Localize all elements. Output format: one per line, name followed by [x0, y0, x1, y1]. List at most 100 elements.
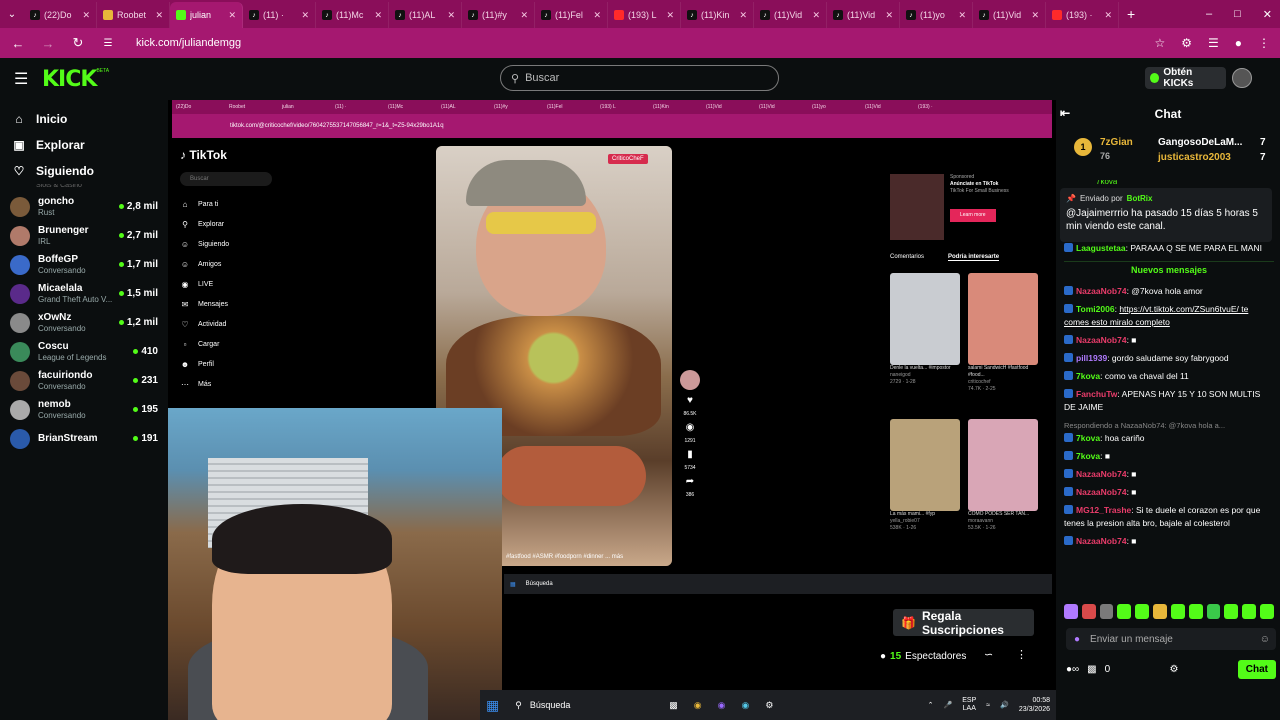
media-icon[interactable]: ☰ — [1208, 36, 1219, 50]
followed-channel[interactable]: facuiriondo Conversando 231 — [0, 366, 168, 395]
emote-icon[interactable] — [1188, 603, 1203, 619]
more-options-icon[interactable]: ⋮ — [1016, 648, 1027, 661]
chat-username[interactable]: 7kova — [1076, 451, 1100, 461]
chat-input[interactable]: ● Enviar un mensaje ☺ — [1066, 628, 1276, 650]
close-tab-icon[interactable]: ✕ — [958, 10, 966, 21]
emote-icon[interactable] — [1153, 603, 1167, 619]
emote-icon[interactable] — [1206, 603, 1221, 619]
browser-tab[interactable]: ♪ (11)Fel ✕ — [535, 2, 608, 28]
emote-icon[interactable] — [1224, 603, 1239, 619]
tray-chevron-icon[interactable]: ⌃ — [928, 701, 934, 709]
bookmark-star-icon[interactable]: ☆ — [1154, 36, 1165, 50]
sidebar-nav-compass[interactable]: ▣ Explorar — [0, 132, 168, 158]
browser-tab[interactable]: ♪ (11)Vid ✕ — [973, 2, 1046, 28]
stream-player[interactable]: (22)Do Roobet julian (11) · (11)Mc (11)AL (11)… — [168, 100, 1056, 720]
followed-channel[interactable]: BoffeGP Conversando 1,7 mil — [0, 250, 168, 279]
close-tab-icon[interactable]: ✕ — [666, 10, 674, 21]
file-explorer-icon[interactable]: ▩ — [669, 700, 678, 711]
profile-icon[interactable]: ● — [1235, 36, 1242, 50]
followed-channel[interactable]: nemob Conversando 195 — [0, 395, 168, 424]
browser-tab[interactable]: ♪ (11)Vid ✕ — [827, 2, 900, 28]
followed-channel[interactable]: Coscu League of Legends 410 — [0, 337, 168, 366]
close-tab-icon[interactable]: ✕ — [885, 10, 893, 21]
browser-tab[interactable]: ♪ (11)Kin ✕ — [681, 2, 754, 28]
browser-tab[interactable]: ♪ (11)yo ✕ — [900, 2, 973, 28]
chat-username[interactable]: NazaaNob74 — [1076, 536, 1127, 546]
close-tab-icon[interactable]: ✕ — [1031, 10, 1039, 21]
chat-username[interactable]: Tomi2006 — [1076, 304, 1115, 314]
sidebar-nav-home[interactable]: ⌂ Inicio — [0, 106, 168, 132]
emote-icon[interactable] — [1099, 603, 1114, 619]
close-tab-icon[interactable]: ✕ — [374, 10, 382, 21]
followed-channel[interactable]: Micaelala Grand Theft Auto V... 1,5 mil — [0, 279, 168, 308]
taskbar-search[interactable]: ⚲ Búsqueda — [515, 700, 653, 711]
close-tab-icon[interactable]: ✕ — [593, 10, 601, 21]
close-tab-icon[interactable]: ✕ — [447, 10, 455, 21]
emote-icon[interactable] — [1260, 603, 1274, 619]
browser-tab[interactable]: ♪ (11)AL ✕ — [389, 2, 462, 28]
browser-tab[interactable]: julian ✕ — [170, 2, 243, 28]
chat-username[interactable]: NazaaNob74 — [1076, 487, 1127, 497]
gift-subs-button[interactable]: 🎁 Regala Suscripciones — [893, 609, 1034, 637]
tab-list-icon[interactable]: ⌄ — [0, 9, 24, 20]
chat-username[interactable]: Laagustetaa — [1076, 243, 1126, 253]
chat-username[interactable]: NazaaNob74 — [1076, 335, 1127, 345]
browser-tab[interactable]: Roobet ✕ — [97, 2, 170, 28]
chat-username[interactable]: 7kova — [1076, 371, 1100, 381]
chat-username[interactable]: pill1939 — [1076, 353, 1107, 363]
close-tab-icon[interactable]: ✕ — [155, 10, 163, 21]
browser-tab[interactable]: ♪ (11)#y ✕ — [462, 2, 535, 28]
emote-icon[interactable] — [1170, 603, 1185, 619]
chat-username[interactable]: 7kova — [1076, 433, 1100, 443]
browser-tab[interactable]: ♪ (11)Vid ✕ — [754, 2, 827, 28]
browser-tab[interactable]: ♪ (11)Mc ✕ — [316, 2, 389, 28]
get-kicks-button[interactable]: Obtén KICKs — [1145, 67, 1226, 89]
points-icon[interactable]: ●∞ — [1066, 664, 1079, 675]
close-tab-icon[interactable]: ✕ — [1104, 10, 1112, 21]
emote-icon[interactable] — [1135, 603, 1150, 619]
url-text[interactable]: kick.com/juliandemgg — [136, 37, 241, 49]
site-info-icon[interactable]: ☰ — [100, 38, 116, 49]
browser-tab[interactable]: (193) · ✕ — [1046, 2, 1119, 28]
new-tab-button[interactable]: + — [1127, 6, 1135, 22]
followed-channel[interactable]: Brunenger IRL 2,7 mil — [0, 221, 168, 250]
menu-icon[interactable]: ⋮ — [1258, 36, 1270, 50]
pinned-message[interactable]: 📌 Enviado por BotRix @Jajaimerrrio ha pasa… — [1060, 188, 1272, 242]
emote-picker-icon[interactable]: ● — [1074, 634, 1080, 645]
forward-icon[interactable]: → — [40, 36, 56, 51]
chat-username[interactable]: MG12_Trashe — [1076, 505, 1131, 515]
sidebar-nav-heart[interactable]: ♡ Siguiendo — [0, 158, 168, 184]
share-stream-icon[interactable]: ∽ — [984, 648, 993, 661]
minimize-icon[interactable]: – — [1206, 8, 1212, 21]
emote-icon[interactable] — [1064, 603, 1078, 619]
user-avatar[interactable] — [1232, 68, 1252, 88]
hamburger-menu-icon[interactable]: ☰ — [14, 69, 30, 89]
back-icon[interactable]: ← — [10, 36, 26, 51]
browser-tab[interactable]: ♪ (11) · ✕ — [243, 2, 316, 28]
chat-settings-icon[interactable]: ⚙ — [1169, 664, 1178, 675]
chat-username[interactable]: NazaaNob74 — [1076, 469, 1127, 479]
send-chat-button[interactable]: Chat — [1237, 659, 1276, 679]
kick-logo[interactable]: KICK — [42, 67, 97, 92]
app-icon[interactable]: ◉ — [718, 700, 726, 711]
close-tab-icon[interactable]: ✕ — [82, 10, 90, 21]
extensions-icon[interactable]: ⚙ — [1181, 36, 1192, 50]
close-tab-icon[interactable]: ✕ — [739, 10, 747, 21]
close-tab-icon[interactable]: ✕ — [812, 10, 820, 21]
reload-icon[interactable]: ↻ — [70, 35, 86, 51]
chrome-icon[interactable]: ◉ — [694, 700, 702, 711]
start-icon[interactable]: ▦ — [486, 697, 499, 714]
followed-channel[interactable]: BrianStream 191 — [0, 424, 168, 453]
smiley-icon[interactable]: ☺ — [1260, 634, 1276, 645]
close-tab-icon[interactable]: ✕ — [520, 10, 528, 21]
followed-channel[interactable]: goncho Rust 2,8 mil — [0, 192, 168, 221]
emote-icon[interactable] — [1081, 603, 1096, 619]
gift-box-icon[interactable]: ▩ — [1087, 664, 1096, 675]
emote-icon[interactable] — [1117, 603, 1132, 619]
close-tab-icon[interactable]: ✕ — [228, 10, 236, 21]
chrome-active-icon[interactable]: ◉ — [741, 700, 749, 711]
emote-icon[interactable] — [1242, 603, 1257, 619]
chat-username[interactable]: FanchuTw — [1076, 389, 1117, 399]
followed-channel[interactable]: xOwNz Conversando 1,2 mil — [0, 308, 168, 337]
search-input[interactable]: ⚲ Buscar — [500, 65, 779, 91]
